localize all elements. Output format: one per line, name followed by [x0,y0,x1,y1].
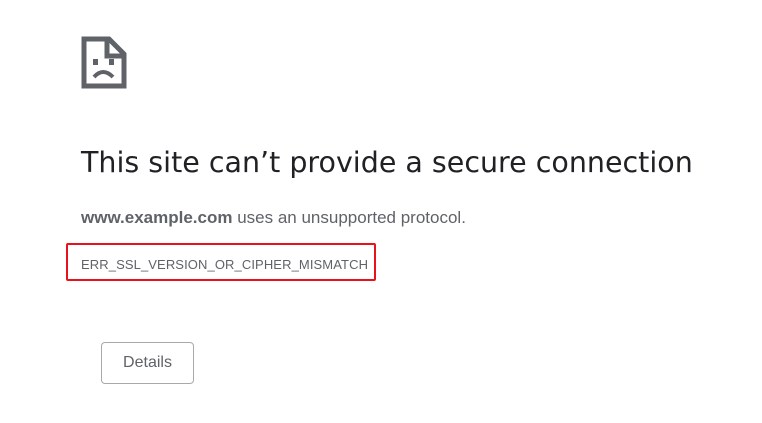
summary-message: uses an unsupported protocol. [232,208,466,227]
error-code: ERR_SSL_VERSION_OR_CIPHER_MISMATCH [81,257,369,272]
error-summary: www.example.com uses an unsupported prot… [81,208,466,228]
site-domain: www.example.com [81,208,233,227]
sad-document-icon [81,36,127,89]
details-button[interactable]: Details [101,342,194,384]
page-title: This site can’t provide a secure connect… [81,146,693,179]
